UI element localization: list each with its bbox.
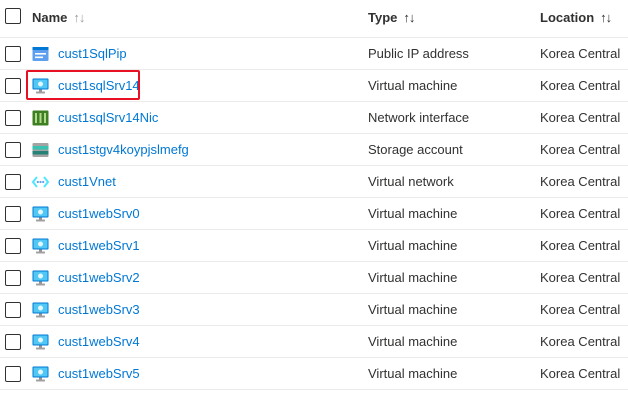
resource-name-link[interactable]: cust1webSrv3 <box>58 302 140 317</box>
public-ip-icon <box>32 46 49 62</box>
name-header-label: Name <box>32 10 68 25</box>
resource-location: Korea Central <box>540 78 621 93</box>
resource-name-link[interactable]: cust1webSrv2 <box>58 270 140 285</box>
resource-name-link[interactable]: cust1webSrv4 <box>58 334 140 349</box>
row-checkbox[interactable] <box>5 142 21 158</box>
resource-type: Virtual machine <box>368 78 458 93</box>
row-checkbox[interactable] <box>5 46 21 62</box>
resource-name-link[interactable]: cust1Vnet <box>58 174 116 189</box>
virtual-network-icon <box>31 174 50 190</box>
select-all-checkbox[interactable] <box>5 8 21 24</box>
virtual-machine-icon <box>32 270 49 286</box>
resource-type: Virtual machine <box>368 334 458 349</box>
resource-location: Korea Central <box>540 142 621 157</box>
virtual-machine-icon <box>32 334 49 350</box>
row-checkbox[interactable] <box>5 78 21 94</box>
sort-icon: ↑↓ <box>600 10 612 25</box>
row-checkbox[interactable] <box>5 206 21 222</box>
highlight-box <box>26 70 140 100</box>
row-checkbox[interactable] <box>5 334 21 350</box>
virtual-machine-icon <box>32 206 49 222</box>
resource-name-link[interactable]: cust1SqlPip <box>58 46 127 61</box>
resource-location: Korea Central <box>540 46 621 61</box>
row-checkbox[interactable] <box>5 366 21 382</box>
row-checkbox[interactable] <box>5 302 21 318</box>
resource-location: Korea Central <box>540 238 621 253</box>
storage-account-icon <box>32 142 49 158</box>
row-checkbox[interactable] <box>5 270 21 286</box>
resource-location: Korea Central <box>540 110 621 125</box>
network-interface-icon <box>32 110 49 126</box>
resource-type: Public IP address <box>368 46 469 61</box>
resource-name-link[interactable]: cust1webSrv0 <box>58 206 140 221</box>
table-row[interactable]: cust1stgv4koypjslmefg Storage account Kore… <box>0 134 628 166</box>
resource-name-link[interactable]: cust1webSrv5 <box>58 366 140 381</box>
resource-type: Virtual machine <box>368 270 458 285</box>
resource-location: Korea Central <box>540 366 621 381</box>
resource-type: Virtual machine <box>368 238 458 253</box>
virtual-machine-icon <box>32 238 49 254</box>
resource-type: Virtual machine <box>368 302 458 317</box>
resource-type: Virtual machine <box>368 206 458 221</box>
resource-name-link[interactable]: cust1webSrv1 <box>58 238 140 253</box>
type-column-header[interactable]: Type ↑↓ <box>368 10 415 25</box>
location-column-header[interactable]: Location ↑↓ <box>540 10 612 25</box>
row-checkbox[interactable] <box>5 174 21 190</box>
resource-name-link[interactable]: cust1stgv4koypjslmefg <box>58 142 189 157</box>
type-header-label: Type <box>368 10 398 25</box>
table-row[interactable]: cust1webSrv3 Virtual machine Korea Central <box>0 294 628 326</box>
location-header-label: Location <box>540 10 595 25</box>
resource-type: Storage account <box>368 142 463 157</box>
row-checkbox[interactable] <box>5 238 21 254</box>
table-row[interactable]: cust1webSrv4 Virtual machine Korea Central <box>0 326 628 358</box>
table-row[interactable]: cust1webSrv1 Virtual machine Korea Central <box>0 230 628 262</box>
resource-location: Korea Central <box>540 174 621 189</box>
table-header: Name ↑↓ Type ↑↓ Location ↑↓ <box>0 0 628 38</box>
resource-name-link[interactable]: cust1sqlSrv14Nic <box>58 110 158 125</box>
table-row[interactable]: cust1Vnet Virtual network Korea Central <box>0 166 628 198</box>
resource-location: Korea Central <box>540 270 621 285</box>
resource-type: Virtual network <box>368 174 454 189</box>
resource-type: Virtual machine <box>368 366 458 381</box>
virtual-machine-icon <box>32 302 49 318</box>
resource-location: Korea Central <box>540 206 621 221</box>
resource-type: Network interface <box>368 110 470 125</box>
table-row[interactable]: cust1webSrv0 Virtual machine Korea Central <box>0 198 628 230</box>
resource-location: Korea Central <box>540 334 621 349</box>
resource-location: Korea Central <box>540 302 621 317</box>
sort-icon: ↑↓ <box>403 10 415 25</box>
table-row[interactable]: cust1sqlSrv14Nic Network interface Korea C… <box>0 102 628 134</box>
table-row[interactable]: cust1webSrv5 Virtual machine Korea Central <box>0 358 628 390</box>
table-row[interactable]: cust1webSrv2 Virtual machine Korea Central <box>0 262 628 294</box>
row-checkbox[interactable] <box>5 110 21 126</box>
sort-icon: ↑↓ <box>73 10 85 25</box>
table-row[interactable]: cust1SqlPip Public IP address Korea Centra… <box>0 38 628 70</box>
virtual-machine-icon <box>32 366 49 382</box>
name-column-header[interactable]: Name ↑↓ <box>32 10 85 25</box>
